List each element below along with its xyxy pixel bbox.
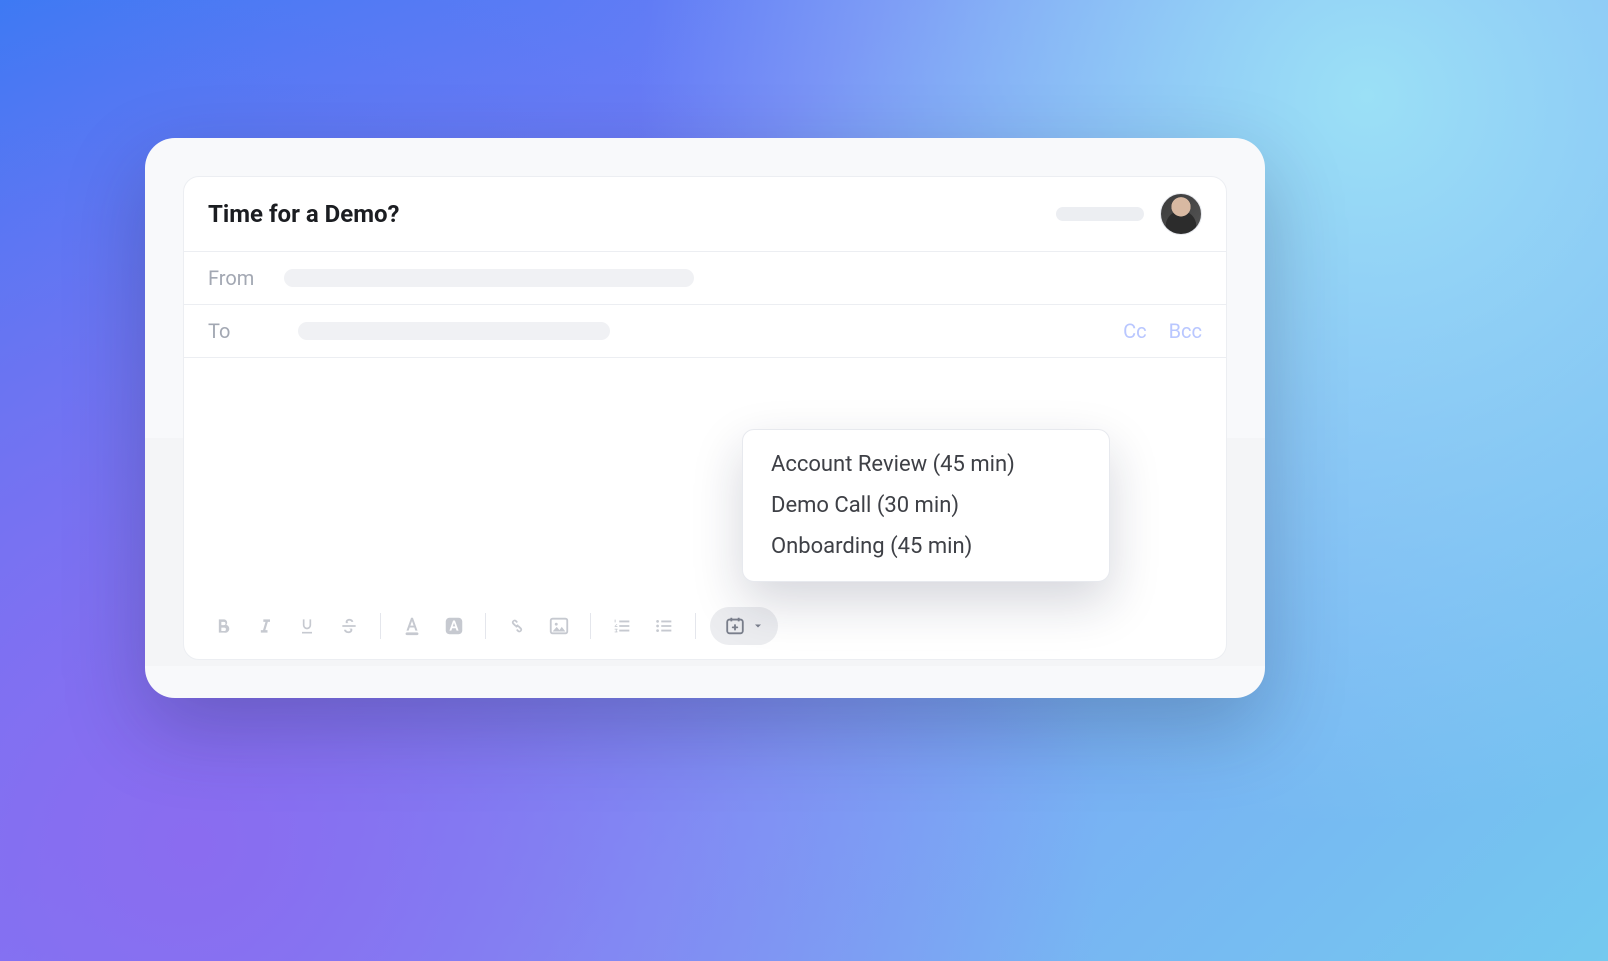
unordered-list-icon — [653, 615, 675, 637]
from-value-placeholder[interactable] — [284, 269, 694, 287]
bold-button[interactable] — [206, 609, 240, 643]
subject-text[interactable]: Time for a Demo? — [208, 200, 399, 228]
from-row: From — [184, 252, 1226, 305]
sender-placeholder — [1056, 207, 1144, 221]
link-icon — [506, 615, 528, 637]
insert-meeting-button[interactable] — [710, 607, 778, 645]
strike-button[interactable] — [332, 609, 366, 643]
to-label: To — [208, 319, 284, 343]
toolbar-divider-2 — [485, 613, 486, 639]
from-label: From — [208, 266, 284, 290]
unordered-list-button[interactable] — [647, 609, 681, 643]
subject-right — [1056, 193, 1202, 235]
compose-window: Time for a Demo? From To Cc Bcc — [145, 138, 1265, 698]
toolbar-divider-4 — [695, 613, 696, 639]
ordered-list-button[interactable] — [605, 609, 639, 643]
strikethrough-icon — [339, 616, 359, 636]
compose-panel: Time for a Demo? From To Cc Bcc — [183, 176, 1227, 660]
menu-item-account-review[interactable]: Account Review (45 min) — [743, 444, 1109, 485]
italic-button[interactable] — [248, 609, 282, 643]
to-value-placeholder[interactable] — [298, 322, 610, 340]
image-button[interactable] — [542, 609, 576, 643]
subject-row: Time for a Demo? — [184, 177, 1226, 252]
link-button[interactable] — [500, 609, 534, 643]
chevron-down-icon — [752, 620, 764, 632]
toolbar-divider-1 — [380, 613, 381, 639]
toolbar-divider-3 — [590, 613, 591, 639]
menu-item-demo-call[interactable]: Demo Call (30 min) — [743, 485, 1109, 526]
calendar-plus-icon — [724, 615, 746, 637]
italic-icon — [255, 616, 275, 636]
meeting-type-menu: Account Review (45 min) Demo Call (30 mi… — [742, 429, 1110, 582]
text-color-button[interactable] — [395, 609, 429, 643]
menu-item-onboarding[interactable]: Onboarding (45 min) — [743, 526, 1109, 567]
bold-icon — [213, 616, 233, 636]
text-color-icon — [401, 615, 423, 637]
cc-bcc-container: Cc Bcc — [1123, 319, 1202, 343]
avatar[interactable] — [1160, 193, 1202, 235]
bcc-link[interactable]: Bcc — [1169, 319, 1202, 343]
underline-icon — [297, 616, 317, 636]
editor-toolbar — [184, 597, 1226, 659]
ordered-list-icon — [611, 615, 633, 637]
image-icon — [548, 615, 570, 637]
highlight-button[interactable] — [437, 609, 471, 643]
highlight-icon — [443, 615, 465, 637]
underline-button[interactable] — [290, 609, 324, 643]
to-row: To Cc Bcc — [184, 305, 1226, 358]
cc-link[interactable]: Cc — [1123, 319, 1147, 343]
